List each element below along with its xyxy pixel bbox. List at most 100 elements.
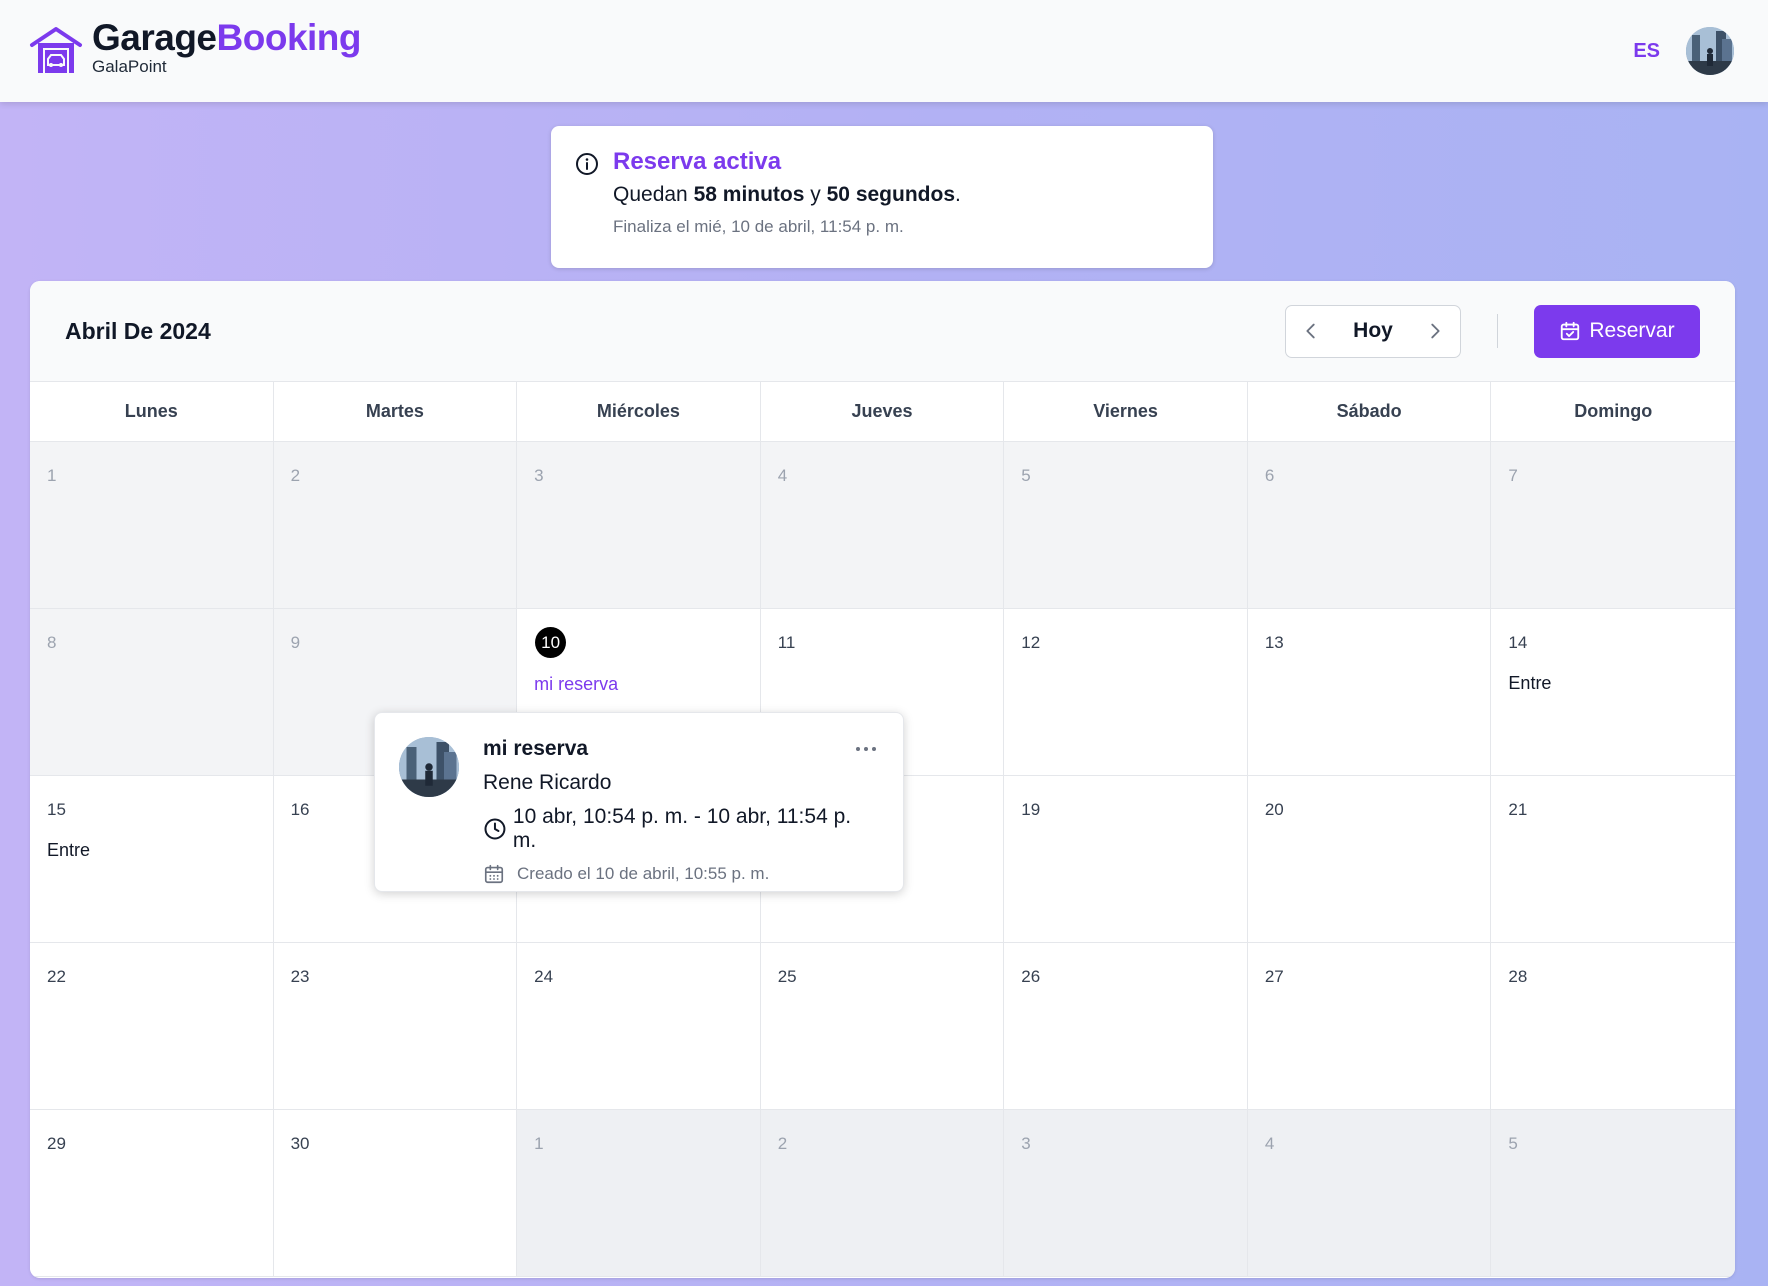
day-cell[interactable]: 8: [30, 609, 274, 776]
created-text: Creado el 10 de abril, 10:55 p. m.: [517, 864, 770, 883]
chevron-left-icon: [1306, 323, 1315, 339]
chevron-right-icon: [1431, 323, 1440, 339]
countdown-prefix: Quedan: [613, 183, 688, 207]
weekday-header: Domingo: [1574, 401, 1653, 421]
day-cell[interactable]: 6: [1247, 442, 1492, 609]
top-bar: GarageBooking GalaPoint ES: [0, 0, 1768, 102]
day-number: 21: [1508, 800, 1528, 819]
weekday-header: Viernes: [1004, 382, 1248, 441]
day-number: 15: [47, 800, 66, 819]
reserve-button[interactable]: Reservar: [1534, 304, 1700, 358]
day-cell[interactable]: 2: [273, 442, 518, 609]
day-number: 20: [1264, 800, 1284, 819]
clock-icon: [484, 818, 506, 840]
language-switcher[interactable]: ES: [1633, 40, 1660, 63]
day-cell[interactable]: 5: [1491, 1110, 1735, 1277]
calendar-month-title: Abril De 2024: [65, 317, 211, 344]
day-cell[interactable]: 7: [1491, 442, 1735, 609]
popover-created: Creado el 10 de abril, 10:55 p. m.: [483, 863, 879, 885]
weekday-header: Miércoles: [517, 382, 761, 441]
today-button[interactable]: Hoy: [1353, 319, 1393, 343]
day-cell[interactable]: 19: [1004, 776, 1248, 943]
day-cell[interactable]: 23: [273, 943, 518, 1110]
countdown-minutes: 58 minutos: [693, 183, 805, 207]
day-cell[interactable]: 22: [30, 943, 274, 1110]
reservation-user-avatar: [399, 737, 459, 797]
alert-title: Reserva activa: [613, 148, 782, 175]
day-number: 27: [1264, 967, 1284, 986]
day-cell[interactable]: 21: [1491, 776, 1735, 943]
day-number: 4: [1264, 1134, 1275, 1153]
day-number: 1: [534, 1134, 544, 1153]
day-number: 1: [47, 466, 57, 485]
day-cell[interactable]: 3: [517, 442, 761, 609]
day-cell[interactable]: 20: [1247, 776, 1492, 943]
day-number: 13: [1264, 633, 1284, 652]
countdown-suffix: .: [955, 183, 961, 207]
calendar-event[interactable]: Entre: [1508, 673, 1718, 694]
info-icon: [576, 153, 598, 175]
day-number: 25: [777, 967, 797, 986]
reserve-button-label: Reservar: [1589, 319, 1675, 342]
calendar-controls: Hoy Reservar: [1285, 304, 1700, 358]
day-number: 19: [1021, 800, 1041, 819]
day-cell[interactable]: 4: [760, 442, 1005, 609]
day-cell[interactable]: 28: [1491, 943, 1735, 1110]
garage-logo-icon: [30, 27, 82, 73]
calendar-header: Abril De 2024 Hoy Reservar: [30, 281, 1735, 382]
brand[interactable]: GarageBooking GalaPoint: [28, 19, 362, 79]
day-number: 30: [290, 1134, 310, 1153]
avatar-photo-icon: [399, 737, 459, 797]
day-number: 2: [290, 466, 301, 485]
calendar-icon: [484, 864, 504, 884]
countdown-connector: y: [810, 183, 821, 207]
day-cell[interactable]: 4: [1247, 1110, 1492, 1277]
day-cell[interactable]: 15 Entre: [30, 776, 274, 943]
day-number: 9: [290, 633, 301, 652]
day-number: 6: [1264, 466, 1275, 485]
reservation-popover: mi reserva Rene Ricardo 10 abr, 10:54 p.…: [374, 712, 904, 892]
alert-end-time: Finaliza el mié, 10 de abril, 11:54 p. m…: [613, 217, 904, 237]
day-cell[interactable]: 29: [30, 1110, 274, 1277]
day-number: 3: [534, 466, 544, 485]
day-number: 24: [534, 967, 554, 986]
day-cell[interactable]: 2: [760, 1110, 1005, 1277]
day-cell[interactable]: 12: [1004, 609, 1248, 776]
top-right-controls: ES: [1633, 27, 1734, 75]
day-cell[interactable]: 1: [517, 1110, 761, 1277]
weekday-header: Sábado: [1248, 382, 1492, 441]
day-cell[interactable]: 13: [1247, 609, 1492, 776]
day-cell[interactable]: 1: [30, 442, 274, 609]
calendar-event[interactable]: Entre: [47, 840, 256, 861]
day-cell[interactable]: 14 Entre: [1491, 609, 1735, 776]
weekday-header: Martes: [274, 382, 518, 441]
day-cell[interactable]: 5: [1004, 442, 1248, 609]
day-number: 5: [1021, 466, 1031, 485]
calendar-event[interactable]: mi reserva: [534, 674, 743, 695]
day-number: 8: [47, 633, 57, 652]
day-cell[interactable]: 24: [517, 943, 761, 1110]
day-number: 22: [47, 967, 66, 986]
day-cell[interactable]: 3: [1004, 1110, 1248, 1277]
day-number: 4: [777, 466, 788, 485]
day-number: 26: [1021, 967, 1041, 986]
month-navigation: Hoy: [1285, 304, 1461, 358]
today-day-number: 10: [535, 627, 567, 658]
more-options-icon[interactable]: [853, 744, 879, 754]
day-cell[interactable]: 27: [1247, 943, 1492, 1110]
day-number: 11: [777, 633, 796, 652]
day-cell[interactable]: 25: [760, 943, 1005, 1110]
day-number: 16: [290, 800, 310, 819]
day-cell[interactable]: 26: [1004, 943, 1248, 1110]
brand-subtitle: GalaPoint: [92, 57, 167, 76]
day-number: 14: [1508, 633, 1528, 652]
user-avatar[interactable]: [1686, 27, 1734, 75]
popover-user-name: Rene Ricardo: [483, 771, 612, 794]
day-number: 29: [47, 1134, 66, 1153]
day-cell[interactable]: 30: [273, 1110, 518, 1277]
day-number: 3: [1021, 1134, 1031, 1153]
next-month-button[interactable]: [1424, 320, 1446, 342]
time-range-text: 10 abr, 10:54 p. m. - 10 abr, 11:54 p. m…: [512, 805, 852, 852]
day-number: 28: [1508, 967, 1528, 986]
prev-month-button[interactable]: [1300, 320, 1322, 342]
